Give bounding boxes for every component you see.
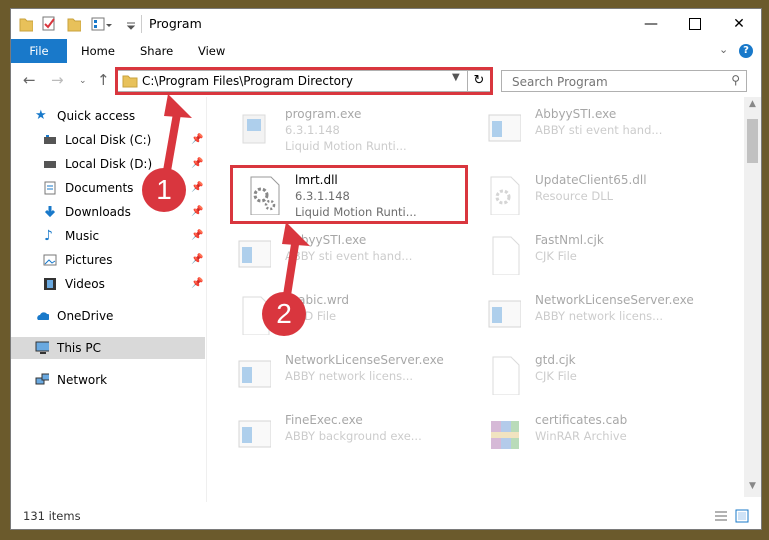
arrowhead-2 — [282, 222, 310, 246]
arrowhead-1 — [164, 94, 192, 118]
step-badge-2: 2 — [262, 292, 306, 336]
annotation-arrows — [160, 94, 310, 309]
step-badge-1: 1 — [142, 168, 186, 212]
